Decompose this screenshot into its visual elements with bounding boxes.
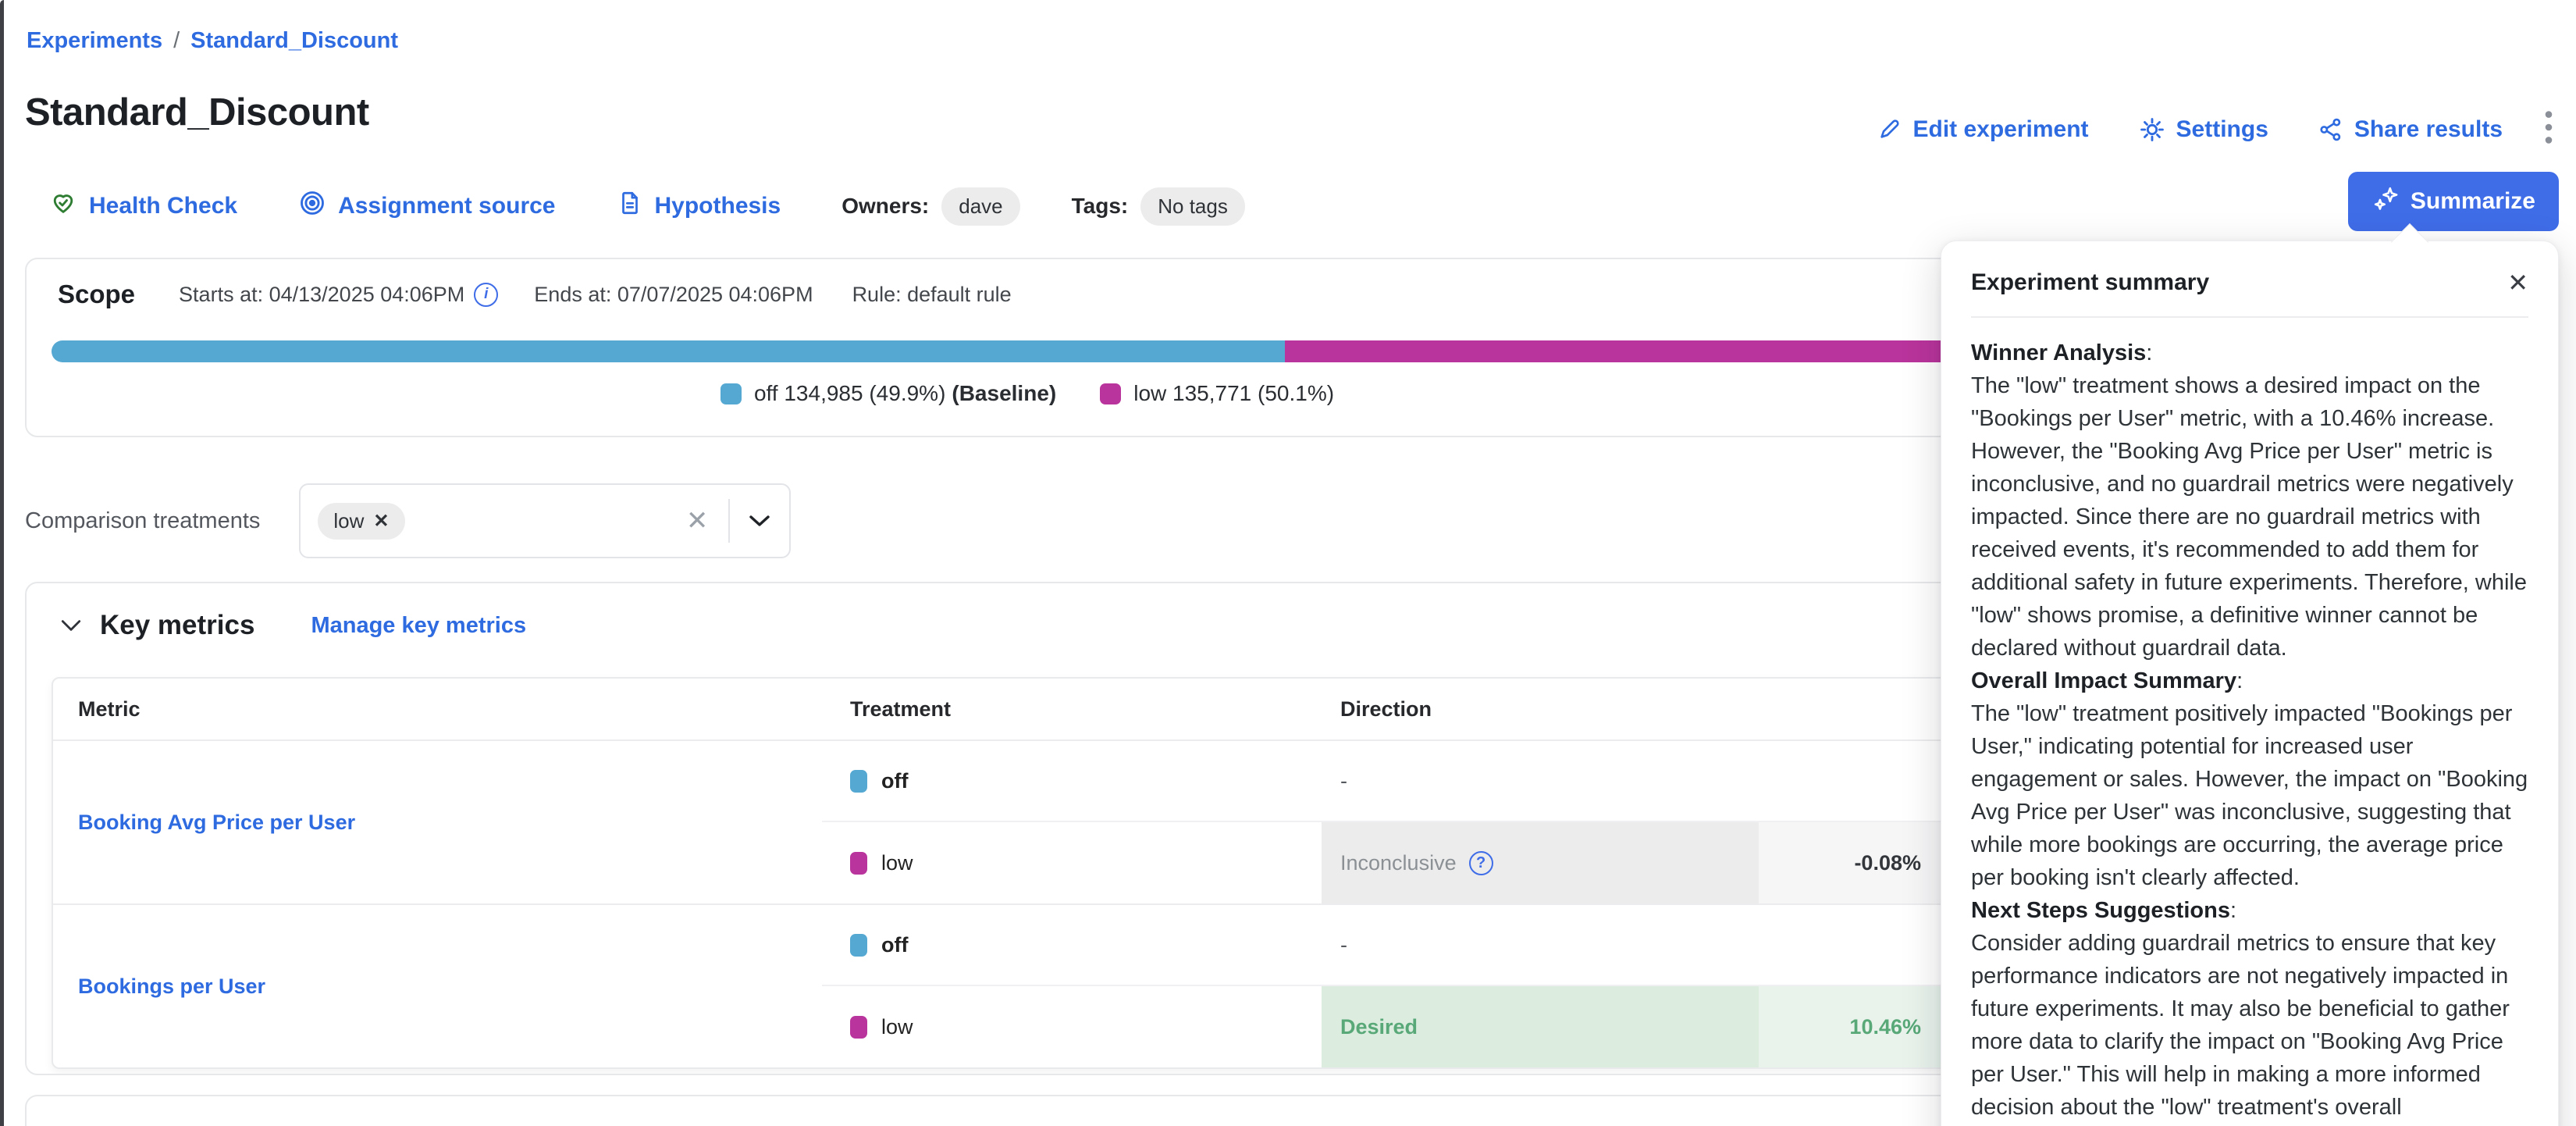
share-icon: [2318, 117, 2343, 142]
chevron-down-icon[interactable]: [749, 514, 770, 528]
metric-link-booking-avg-price[interactable]: Booking Avg Price per User: [78, 811, 355, 835]
tags-label: Tags:: [1072, 194, 1129, 219]
edit-experiment-label: Edit experiment: [1912, 116, 2088, 143]
legend-item-off: off 134,985 (49.9%)(Baseline): [720, 381, 1056, 406]
winner-analysis-heading: Winner Analysis: [1971, 340, 2146, 365]
direction-cell: -: [1322, 741, 1759, 821]
direction-cell: -: [1322, 905, 1759, 985]
experiment-nav-row: Health Check Assignment source Hypothesi…: [49, 180, 1245, 233]
owner-badge: dave: [941, 187, 1019, 226]
collapse-chevron-icon[interactable]: [59, 618, 83, 633]
page-title: Standard_Discount: [25, 91, 369, 134]
share-results-label: Share results: [2354, 116, 2503, 143]
delta-value: 10.46%: [1759, 986, 1938, 1067]
direction-column-header: Direction: [1322, 697, 1759, 722]
winner-analysis-text: The "low" treatment shows a desired impa…: [1971, 369, 2528, 665]
manage-key-metrics-link[interactable]: Manage key metrics: [311, 613, 526, 639]
next-steps-text: Consider adding guardrail metrics to ens…: [1971, 927, 2528, 1124]
clear-selection-icon[interactable]: ✕: [686, 505, 709, 536]
breadcrumb-experiments-link[interactable]: Experiments: [27, 28, 162, 53]
summary-panel-body: Winner Analysis: The "low" treatment sho…: [1971, 337, 2528, 1124]
breadcrumb-separator: /: [173, 28, 180, 53]
assignment-source-label: Assignment source: [338, 193, 555, 219]
health-check-link[interactable]: Health Check: [49, 189, 237, 223]
comparison-treatments-select[interactable]: low ✕ ✕: [299, 483, 791, 558]
share-results-button[interactable]: Share results: [2318, 116, 2503, 143]
help-icon[interactable]: ?: [1469, 851, 1493, 875]
gear-icon: [2139, 116, 2165, 143]
low-swatch-icon: [1100, 383, 1121, 404]
sparkles-icon: [2371, 184, 2400, 219]
more-options-button[interactable]: [2543, 109, 2554, 149]
allocation-segment-off: [52, 340, 1285, 362]
direction-cell-desired: Desired: [1322, 986, 1759, 1067]
metric-column-header: Metric: [53, 697, 822, 722]
off-swatch-icon: [850, 934, 867, 957]
settings-label: Settings: [2176, 116, 2268, 143]
experiment-summary-panel: Experiment summary ✕ Winner Analysis: Th…: [1941, 241, 2559, 1126]
key-metrics-header: Key metrics Manage key metrics: [59, 610, 526, 641]
scope-starts-at: Starts at: 04/13/2025 04:06PM i: [179, 283, 498, 307]
breadcrumb: Experiments / Standard_Discount: [27, 28, 398, 54]
overall-impact-text: The "low" treatment positively impacted …: [1971, 697, 2528, 894]
target-icon: [298, 189, 326, 223]
delta-value: -0.08%: [1759, 822, 1938, 903]
scope-ends-at: Ends at: 07/07/2025 04:06PM: [534, 283, 813, 307]
low-swatch-icon: [850, 852, 867, 875]
off-swatch-icon: [720, 383, 742, 404]
summarize-label: Summarize: [2411, 188, 2535, 215]
document-icon: [617, 190, 643, 223]
chip-remove-icon[interactable]: ✕: [373, 510, 389, 533]
direction-cell-inconclusive: Inconclusive ?: [1322, 822, 1759, 903]
summarize-button[interactable]: Summarize: [2348, 172, 2559, 231]
comparison-treatments-row: Comparison treatments low ✕ ✕: [25, 481, 791, 561]
assignment-source-link[interactable]: Assignment source: [298, 189, 555, 223]
next-steps-heading: Next Steps Suggestions: [1971, 898, 2230, 923]
close-icon[interactable]: ✕: [2507, 270, 2528, 295]
off-swatch-icon: [850, 770, 867, 793]
comparison-treatments-label: Comparison treatments: [25, 508, 260, 534]
breadcrumb-current-link[interactable]: Standard_Discount: [190, 28, 398, 53]
legend-item-low: low 135,771 (50.1%): [1100, 381, 1340, 406]
panel-divider: [1971, 316, 2528, 318]
treatment-chip-low[interactable]: low ✕: [318, 503, 404, 540]
window-left-edge: [0, 0, 4, 1126]
overall-impact-heading: Overall Impact Summary: [1971, 668, 2236, 693]
allocation-legend: off 134,985 (49.9%)(Baseline) low 135,77…: [27, 381, 2034, 406]
hypothesis-label: Hypothesis: [655, 193, 781, 219]
hypothesis-link[interactable]: Hypothesis: [617, 190, 781, 223]
scope-title: Scope: [58, 280, 135, 309]
header-actions: Edit experiment Settings Share results: [1877, 109, 2554, 149]
key-metrics-title: Key metrics: [100, 610, 254, 641]
treatment-column-header: Treatment: [822, 697, 1322, 722]
select-divider: [728, 499, 730, 543]
summary-panel-title: Experiment summary: [1971, 269, 2209, 296]
settings-button[interactable]: Settings: [2139, 116, 2268, 143]
low-swatch-icon: [850, 1016, 867, 1039]
tags-badge: No tags: [1140, 187, 1245, 226]
owners-label: Owners:: [841, 194, 929, 219]
heart-check-icon: [49, 189, 77, 223]
metric-link-bookings-per-user[interactable]: Bookings per User: [78, 975, 265, 999]
info-icon[interactable]: i: [474, 283, 498, 307]
health-check-label: Health Check: [89, 193, 237, 219]
pencil-icon: [1877, 117, 1902, 142]
edit-experiment-button[interactable]: Edit experiment: [1877, 116, 2088, 143]
scope-rule: Rule: default rule: [852, 283, 1012, 307]
